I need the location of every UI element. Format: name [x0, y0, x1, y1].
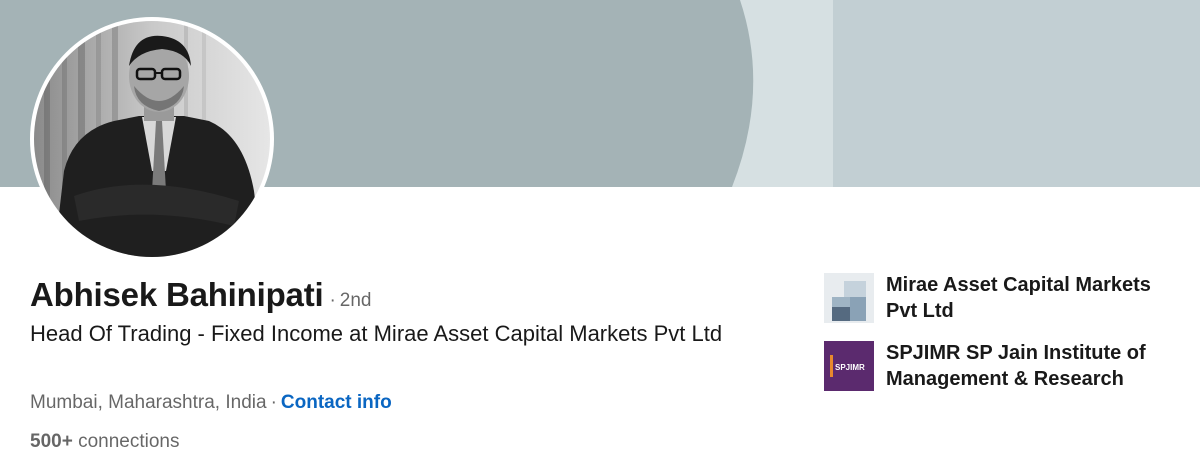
profile-headline: Head Of Trading - Fixed Income at Mirae … [30, 321, 723, 346]
connections-row: 500+ connections [30, 431, 179, 453]
name-row: Abhisek Bahinipati · 2nd [30, 276, 371, 314]
location-separator: · [270, 392, 277, 413]
connection-degree: · 2nd [329, 290, 371, 312]
current-company-name: Mirae Asset Capital Markets Pvt Ltd [886, 274, 1151, 322]
degree-label: 2nd [339, 290, 372, 311]
contact-info-link[interactable]: Contact info [281, 392, 392, 413]
degree-separator: · [329, 290, 336, 311]
profile-photo[interactable] [34, 21, 270, 257]
profile-organizations: Mirae Asset Capital Markets Pvt Ltd SPJI… [824, 272, 1184, 408]
education-item[interactable]: SPJIMR SPJIMR SP Jain Institute of Manag… [824, 340, 1184, 392]
profile-name: Abhisek Bahinipati [30, 276, 324, 313]
connections-label: connections [78, 431, 180, 452]
spjimr-logo-icon: SPJIMR [824, 341, 874, 391]
profile-photo-frame[interactable] [30, 17, 274, 261]
location-row: Mumbai, Maharashtra, India · Contact info [30, 392, 392, 414]
spjimr-logo-text: SPJIMR [835, 363, 865, 372]
education-name: SPJIMR SP Jain Institute of Management &… [886, 342, 1146, 390]
connections-count: 500+ [30, 431, 73, 452]
profile-location: Mumbai, Maharashtra, India [30, 392, 267, 413]
mirae-asset-logo-icon [824, 273, 874, 323]
current-company-item[interactable]: Mirae Asset Capital Markets Pvt Ltd [824, 272, 1184, 324]
